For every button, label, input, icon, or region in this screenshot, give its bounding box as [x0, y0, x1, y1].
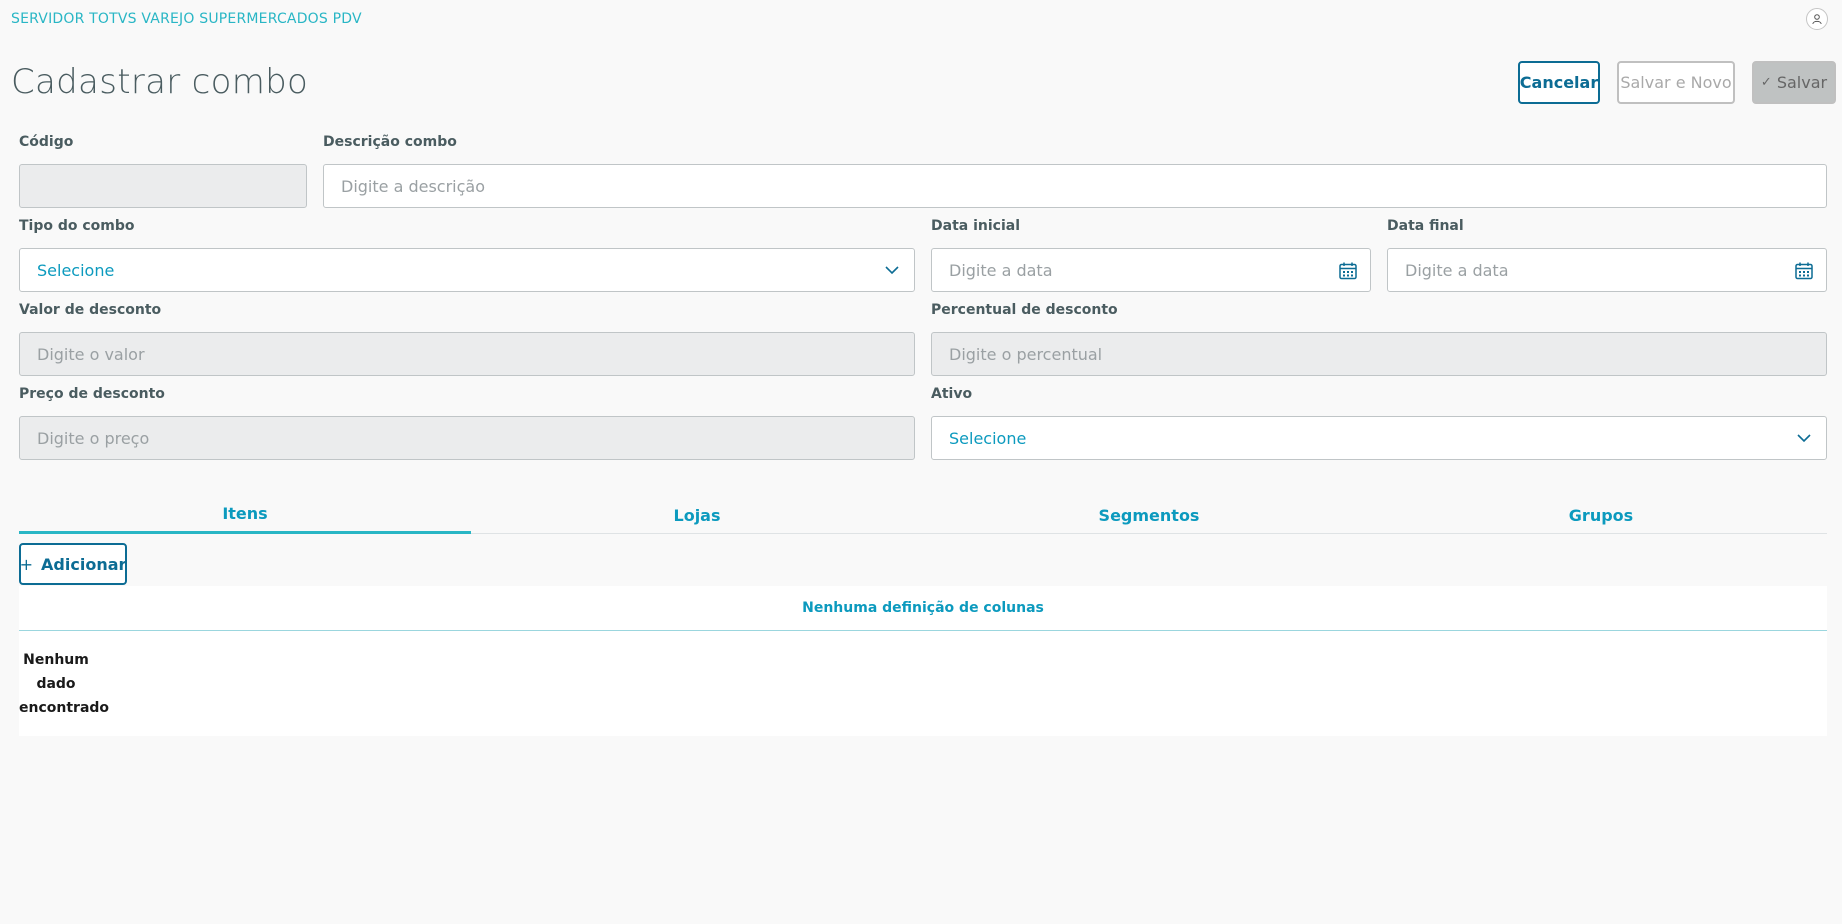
data-final-placeholder: Digite a data — [1405, 260, 1509, 280]
add-button-label: Adicionar — [41, 554, 127, 574]
tab-grupos[interactable]: Grupos — [1375, 496, 1827, 534]
codigo-label: Código — [19, 134, 74, 150]
add-button[interactable]: + Adicionar — [19, 543, 127, 585]
empty-message: Nenhum dado encontrado — [19, 648, 110, 720]
data-inicial-placeholder: Digite a data — [949, 260, 1053, 280]
calendar-icon[interactable] — [1794, 261, 1814, 281]
tab-lojas[interactable]: Lojas — [471, 496, 923, 534]
percentual-desconto-label: Percentual de desconto — [931, 302, 1118, 318]
table-header: Nenhuma definição de colunas — [19, 586, 1827, 631]
ativo-value: Selecione — [949, 428, 1027, 448]
preco-desconto-input: Digite o preço — [19, 416, 915, 460]
save-button-label: Salvar — [1776, 73, 1828, 92]
descricao-label: Descrição combo — [323, 134, 457, 150]
ativo-select[interactable]: Selecione — [931, 416, 1827, 460]
calendar-icon[interactable] — [1338, 261, 1358, 281]
cancel-button[interactable]: Cancelar — [1518, 61, 1600, 104]
tipo-combo-value: Selecione — [37, 260, 115, 280]
data-final-label: Data final — [1387, 218, 1464, 234]
codigo-field — [19, 164, 307, 208]
app-title: SERVIDOR TOTVS VAREJO SUPERMERCADOS PDV — [11, 11, 362, 27]
data-final-input[interactable]: Digite a data — [1387, 248, 1827, 292]
empty-message-line: Nenhum — [23, 652, 89, 668]
user-icon — [1812, 14, 1822, 25]
tab-itens[interactable]: Itens — [19, 496, 471, 534]
top-bar: SERVIDOR TOTVS VAREJO SUPERMERCADOS PDV — [0, 0, 1842, 38]
valor-desconto-input: Digite o valor — [19, 332, 915, 376]
tab-segmentos[interactable]: Segmentos — [923, 496, 1375, 534]
chevron-down-icon — [885, 266, 899, 275]
chevron-down-icon — [1797, 434, 1811, 443]
tabs-bar: Itens Lojas Segmentos Grupos — [19, 496, 1827, 534]
tipo-combo-select[interactable]: Selecione — [19, 248, 915, 292]
items-table: Nenhuma definição de colunas Nenhum dado… — [19, 586, 1827, 736]
descricao-input[interactable]: Digite a descrição — [323, 164, 1827, 208]
preco-desconto-label: Preço de desconto — [19, 386, 165, 402]
ativo-label: Ativo — [931, 386, 973, 402]
save-and-new-button[interactable]: Salvar e Novo — [1617, 61, 1735, 104]
percentual-desconto-input: Digite o percentual — [931, 332, 1827, 376]
data-inicial-input[interactable]: Digite a data — [931, 248, 1371, 292]
plus-icon: + — [19, 554, 34, 574]
check-icon: ✓ — [1760, 75, 1772, 90]
save-button[interactable]: ✓ Salvar — [1752, 61, 1836, 104]
valor-desconto-label: Valor de desconto — [19, 302, 162, 318]
user-avatar[interactable] — [1806, 8, 1828, 30]
empty-message-line: encontrado — [19, 700, 110, 716]
page-title: Cadastrar combo — [11, 62, 309, 102]
empty-message-line: dado — [36, 676, 76, 692]
data-inicial-label: Data inicial — [931, 218, 1020, 234]
tipo-combo-label: Tipo do combo — [19, 218, 135, 234]
